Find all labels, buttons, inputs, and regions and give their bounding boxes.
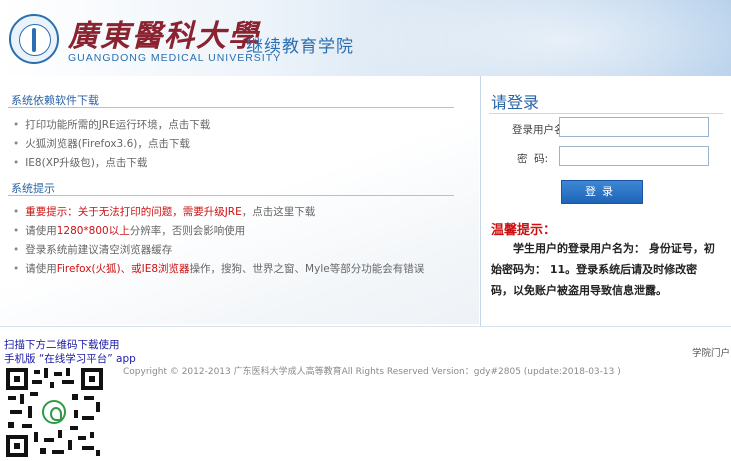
bullet-icon: • [13,244,20,256]
bullet-icon: • [13,263,20,275]
software-section-title: 系统依赖软件下载 [11,94,99,107]
password-label: 密 码: [517,153,549,165]
resolution-tip: • 请使用1280*800以上分辨率，否则会影响使用 [13,225,246,237]
divider [489,113,723,114]
login-button[interactable]: 登录 [561,180,643,204]
bullet-icon: • [13,206,20,218]
browser-tip: • 请使用Firefox(火狐)、或IE8浏览器操作，搜狗、世界之窗、Myle等部… [13,263,425,275]
qr-center-logo-icon [42,400,66,424]
college-portal-link[interactable]: 学院门户 [692,345,730,359]
info-panel: 系统依赖软件下载 • 打印功能所需的JRE运行环境，点击下载 • 火狐浏览器(Fir… [0,76,479,324]
jre-upgrade-link[interactable]: • 重要提示：关于无法打印的问题，需要升级JRE，点击这里下载 [13,204,315,219]
tips-section-title: 系统提示 [11,182,55,195]
warm-tip-text: 学生用户的登录用户名为： 身份证号，初始密码为： 11。登录系统后请及时修改密码… [491,242,715,297]
bullet-icon: • [13,119,20,131]
password-input[interactable] [559,146,709,166]
qr-instruction: 扫描下方二维码下载使用 [4,339,120,351]
page-footer: 扫描下方二维码下载使用 手机版 “在线学习平台” app Copyright ©… [0,326,731,461]
login-title: 请登录 [491,93,540,112]
qr-app-name: 手机版 “在线学习平台” app [4,353,136,365]
bullet-icon: • [13,225,20,237]
university-logo-icon [9,14,59,64]
header-decoration [351,0,731,76]
login-panel: 请登录 登录用户名: 密 码: 登录 温馨提示： 学生用户的登录用户名为： 身份… [480,76,731,326]
download-ie8-link[interactable]: • IE8(XP升级包)，点击下载 [13,155,147,170]
qr-code-icon [4,366,105,459]
copyright-text: Copyright © 2012-2013 广东医科大学成人高等教育All Ri… [123,367,621,377]
username-input[interactable] [559,117,709,137]
university-name-cn: 廣東醫科大學 [68,19,260,54]
divider [8,107,454,108]
college-name: 继续教育学院 [246,37,354,57]
download-jre-link[interactable]: • 打印功能所需的JRE运行环境，点击下载 [13,117,210,132]
bullet-icon: • [13,138,20,150]
download-firefox-link[interactable]: • 火狐浏览器(Firefox3.6)，点击下载 [13,136,190,151]
divider [8,195,454,196]
warm-tip-title: 温馨提示： [491,223,557,238]
bullet-icon: • [13,157,20,169]
page-header: 廣東醫科大學 GUANGDONG MEDICAL UNIVERSITY 继续教育… [0,0,731,76]
cache-tip: • 登录系统前建议清空浏览器缓存 [13,244,173,256]
